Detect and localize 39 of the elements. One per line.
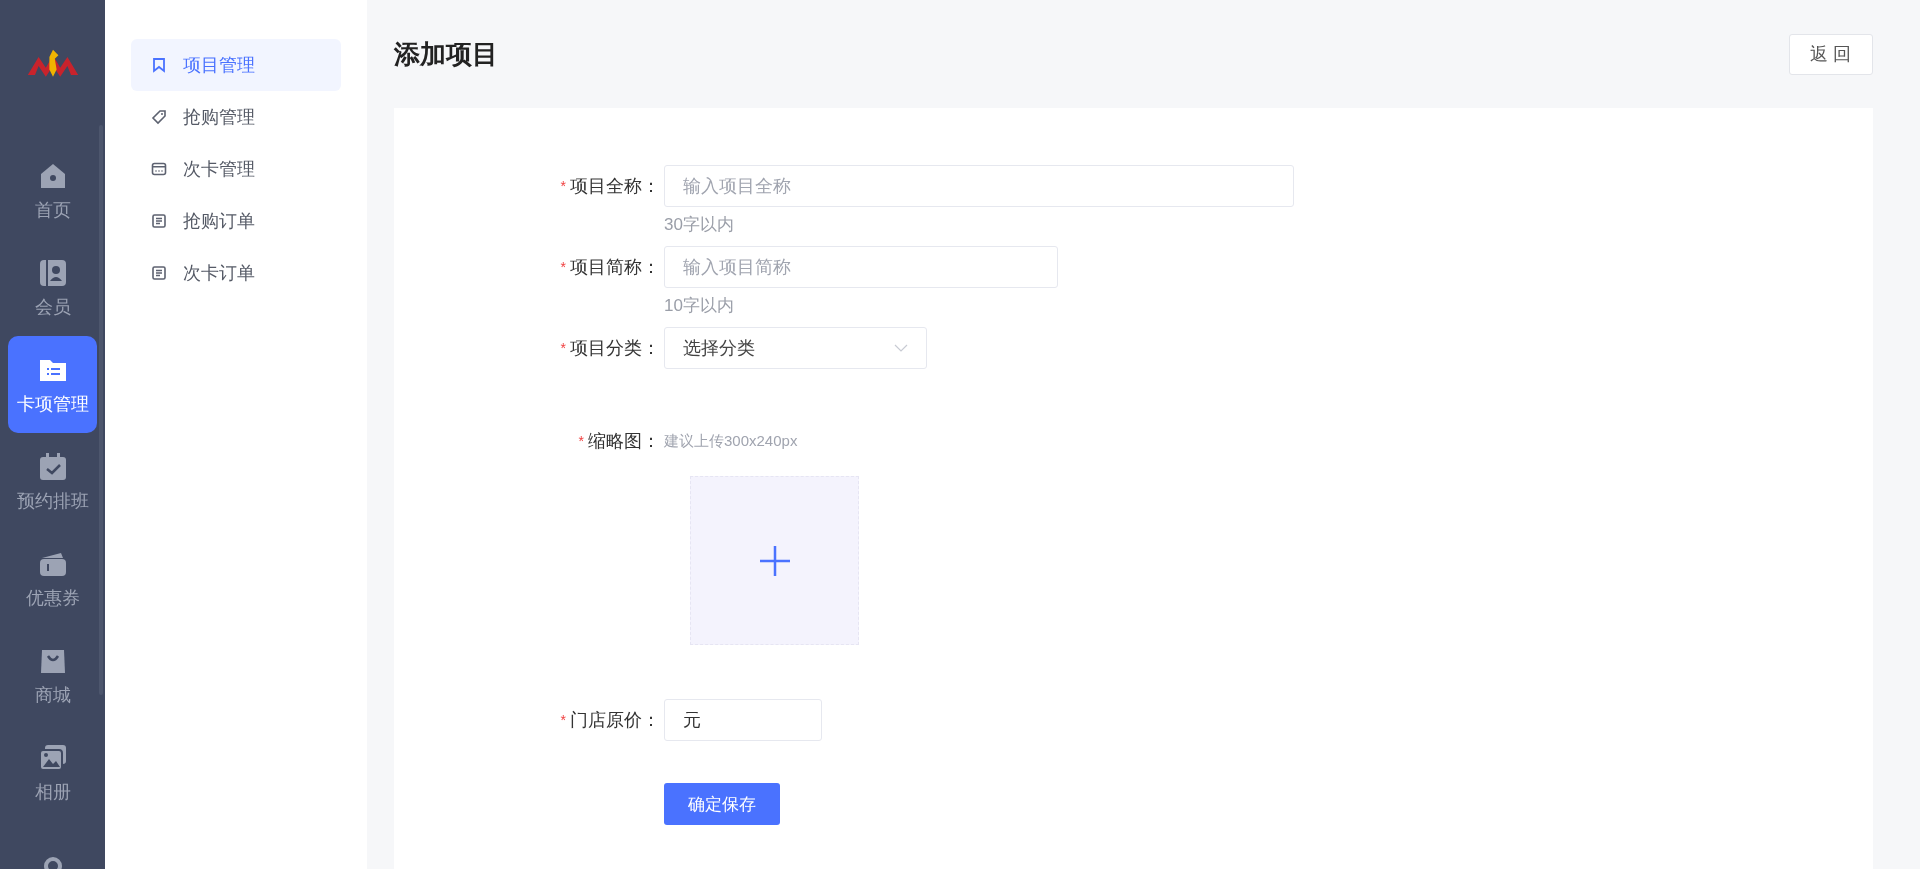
- price-field[interactable]: 元: [664, 699, 822, 741]
- nav-label: 商城: [34, 683, 71, 707]
- nav-label: 首页: [34, 198, 71, 222]
- required-mark: *: [560, 339, 566, 358]
- nav-label: 相册: [34, 780, 71, 804]
- field-label: 项目简称：: [570, 256, 660, 278]
- nav-label: 预约排班: [16, 489, 89, 513]
- field-hint: 30字以内: [664, 214, 735, 236]
- back-button[interactable]: 返 回: [1789, 33, 1873, 75]
- category-dropdown[interactable]: 选择分类: [664, 327, 927, 369]
- nav-item[interactable]: 优惠券: [8, 530, 97, 627]
- page-title: 添加项目: [394, 37, 498, 71]
- save-button[interactable]: 确定保存: [664, 783, 780, 825]
- required-mark: *: [560, 177, 566, 196]
- nav-item[interactable]: 商城: [8, 627, 97, 724]
- nav-item[interactable]: 首页: [8, 142, 97, 239]
- text-field[interactable]: 输入项目全称: [664, 165, 1294, 207]
- nav-item[interactable]: 卡项管理: [8, 336, 97, 433]
- nav-item[interactable]: 预约排班: [8, 433, 97, 530]
- submenu-item[interactable]: 次卡管理: [131, 143, 341, 195]
- upload-hint: 建议上传300x240px: [664, 431, 799, 451]
- field-label: 项目分类：: [570, 337, 660, 359]
- nav-item[interactable]: 会员: [8, 239, 97, 336]
- nav-label: 优惠券: [25, 586, 80, 610]
- required-mark: *: [560, 258, 566, 277]
- required-mark: *: [560, 711, 566, 730]
- field-hint: 10字以内: [664, 295, 735, 317]
- submenu-item[interactable]: 次卡订单: [131, 247, 341, 299]
- nav-label: 会员: [34, 295, 71, 319]
- field-label: 缩略图：: [588, 430, 660, 452]
- submenu-item[interactable]: 抢购订单: [131, 195, 341, 247]
- required-mark: *: [578, 432, 584, 451]
- submenu-item[interactable]: 项目管理: [131, 39, 341, 91]
- submenu-item[interactable]: 抢购管理: [131, 91, 341, 143]
- nav-item[interactable]: 相册: [8, 724, 97, 821]
- nav-label: 卡项管理: [16, 392, 89, 416]
- field-label: 门店原价：: [570, 709, 660, 731]
- text-field[interactable]: 输入项目简称: [664, 246, 1058, 288]
- field-label: 项目全称：: [570, 175, 660, 197]
